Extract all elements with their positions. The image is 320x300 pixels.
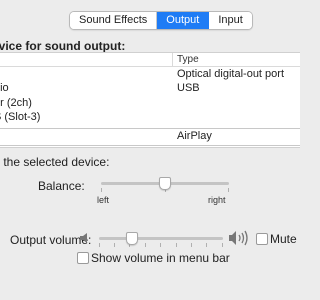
mute-label[interactable]: Mute bbox=[270, 232, 297, 246]
table-row[interactable]: dio USB bbox=[0, 82, 300, 96]
device-name: S (Slot-3) bbox=[0, 111, 41, 123]
balance-slider-knob[interactable] bbox=[159, 177, 171, 190]
volume-tick bbox=[176, 243, 177, 247]
tab-bar: Sound Effects Output Input bbox=[69, 11, 253, 30]
volume-tick bbox=[145, 243, 146, 247]
device-name: dio bbox=[0, 82, 9, 94]
table-row-selected[interactable]: AirPlay bbox=[0, 128, 300, 146]
volume-slider-knob[interactable] bbox=[126, 232, 139, 245]
device-type: AirPlay bbox=[177, 130, 212, 142]
column-divider bbox=[172, 53, 173, 66]
show-volume-label[interactable]: Show volume in menu bar bbox=[91, 251, 230, 265]
show-volume-checkbox[interactable] bbox=[77, 252, 89, 264]
volume-tick bbox=[99, 243, 100, 247]
balance-tick-right bbox=[228, 188, 229, 192]
balance-label: Balance: bbox=[38, 179, 85, 193]
settings-heading: r the selected device: bbox=[0, 155, 110, 169]
device-name: er (2ch) bbox=[0, 97, 32, 109]
tab-sound-effects[interactable]: Sound Effects bbox=[70, 12, 158, 29]
volume-tick bbox=[222, 243, 223, 247]
table-header: Type bbox=[0, 53, 300, 67]
balance-left-label: left bbox=[97, 195, 110, 205]
table-row[interactable]: Optical digital-out port bbox=[0, 68, 300, 82]
volume-tick bbox=[160, 243, 161, 247]
table-row[interactable]: S (Slot-3) bbox=[0, 111, 300, 125]
balance-right-label: right bbox=[208, 195, 226, 205]
mute-checkbox[interactable] bbox=[256, 233, 268, 245]
speaker-high-icon bbox=[229, 230, 248, 246]
balance-tick-left bbox=[101, 188, 102, 192]
volume-tick bbox=[191, 243, 192, 247]
device-type: USB bbox=[177, 82, 200, 94]
output-device-heading: evice for sound output: bbox=[0, 39, 126, 53]
volume-tick bbox=[206, 243, 207, 247]
table-row[interactable]: er (2ch) bbox=[0, 97, 300, 111]
volume-tick bbox=[114, 243, 115, 247]
output-device-table: Type Optical digital-out port dio USB er… bbox=[0, 52, 300, 148]
volume-slider-track[interactable] bbox=[99, 237, 223, 240]
speaker-low-icon bbox=[80, 233, 87, 243]
device-type: Optical digital-out port bbox=[177, 68, 284, 80]
type-column-header[interactable]: Type bbox=[177, 54, 199, 65]
tab-input[interactable]: Input bbox=[209, 12, 252, 29]
tab-output[interactable]: Output bbox=[157, 12, 210, 29]
